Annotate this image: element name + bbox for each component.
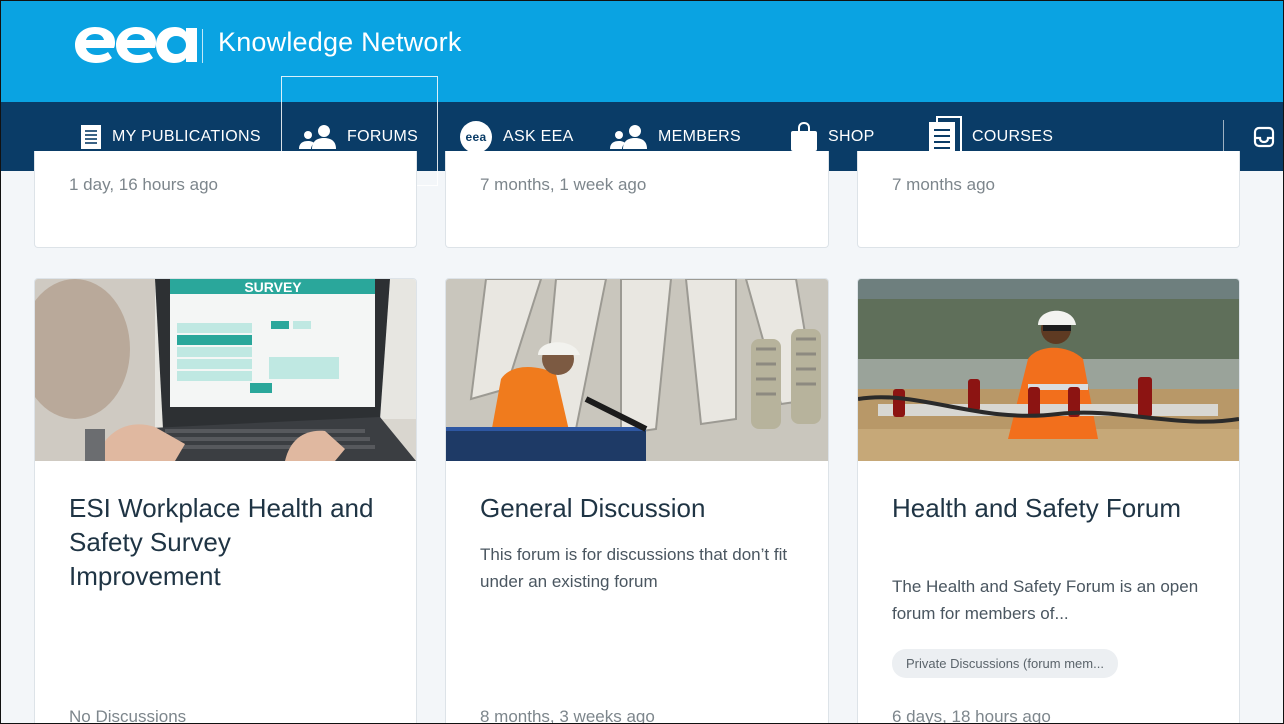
users-icon	[297, 124, 337, 150]
inbox-button[interactable]	[1253, 102, 1283, 171]
laptop-survey-image[interactable]: SURVEY	[35, 279, 416, 461]
privacy-badge: Private Discussions (forum mem...	[892, 649, 1118, 678]
last-activity: 1 day, 16 hours ago	[69, 175, 219, 194]
forum-title[interactable]: ESI Workplace Health and Safety Survey I…	[69, 491, 389, 593]
forum-last-activity: No Discussions	[69, 707, 187, 724]
svg-text:eea: eea	[466, 130, 487, 144]
document-icon	[80, 124, 102, 150]
nav-label: FORUMS	[347, 127, 419, 145]
eea-logo[interactable]	[75, 21, 197, 65]
browser-page: Knowledge Network MY PUBLICATIONS FORUMS…	[0, 0, 1284, 724]
nav-label: COURSES	[972, 127, 1054, 145]
nav-label: ASK EEA	[503, 127, 574, 145]
inbox-icon	[1253, 126, 1275, 148]
forum-description: The Health and Safety Forum is an open f…	[892, 577, 1199, 623]
electrical-worker-image[interactable]	[446, 279, 828, 461]
forum-title[interactable]: Health and Safety Forum	[892, 491, 1212, 525]
forum-card-esi-survey[interactable]: SURVEY ESI Workplace Health and Safety S…	[34, 278, 417, 724]
top-header: Knowledge Network	[1, 1, 1283, 102]
survey-heading: SURVEY	[244, 279, 302, 295]
forum-card[interactable]: 7 months ago	[857, 151, 1240, 248]
nav-divider	[1223, 120, 1224, 154]
forum-description: This forum is for discussions that don’t…	[480, 545, 788, 591]
forum-last-activity: 6 days, 18 hours ago	[892, 707, 1051, 724]
last-activity: 7 months, 1 week ago	[480, 175, 647, 194]
forum-title[interactable]: General Discussion	[480, 491, 800, 525]
lineworker-image[interactable]	[858, 279, 1239, 461]
forum-card-health-safety[interactable]: Health and Safety Forum The Health and S…	[857, 278, 1240, 724]
shopping-bag-icon	[790, 121, 818, 152]
eea-logo-icon: eea	[459, 120, 493, 154]
nav-label: SHOP	[828, 127, 875, 145]
site-title[interactable]: Knowledge Network	[218, 27, 462, 58]
forum-card[interactable]: 1 day, 16 hours ago	[34, 151, 417, 248]
forum-card[interactable]: 7 months, 1 week ago	[445, 151, 829, 248]
nav-label: MEMBERS	[658, 127, 741, 145]
last-activity: 7 months ago	[892, 175, 996, 194]
forum-last-activity: 8 months, 3 weeks ago	[480, 707, 655, 724]
nav-label: MY PUBLICATIONS	[112, 127, 261, 145]
forum-card-general-discussion[interactable]: General Discussion This forum is for dis…	[445, 278, 829, 724]
users-icon	[608, 124, 648, 150]
logo-divider	[202, 29, 203, 63]
